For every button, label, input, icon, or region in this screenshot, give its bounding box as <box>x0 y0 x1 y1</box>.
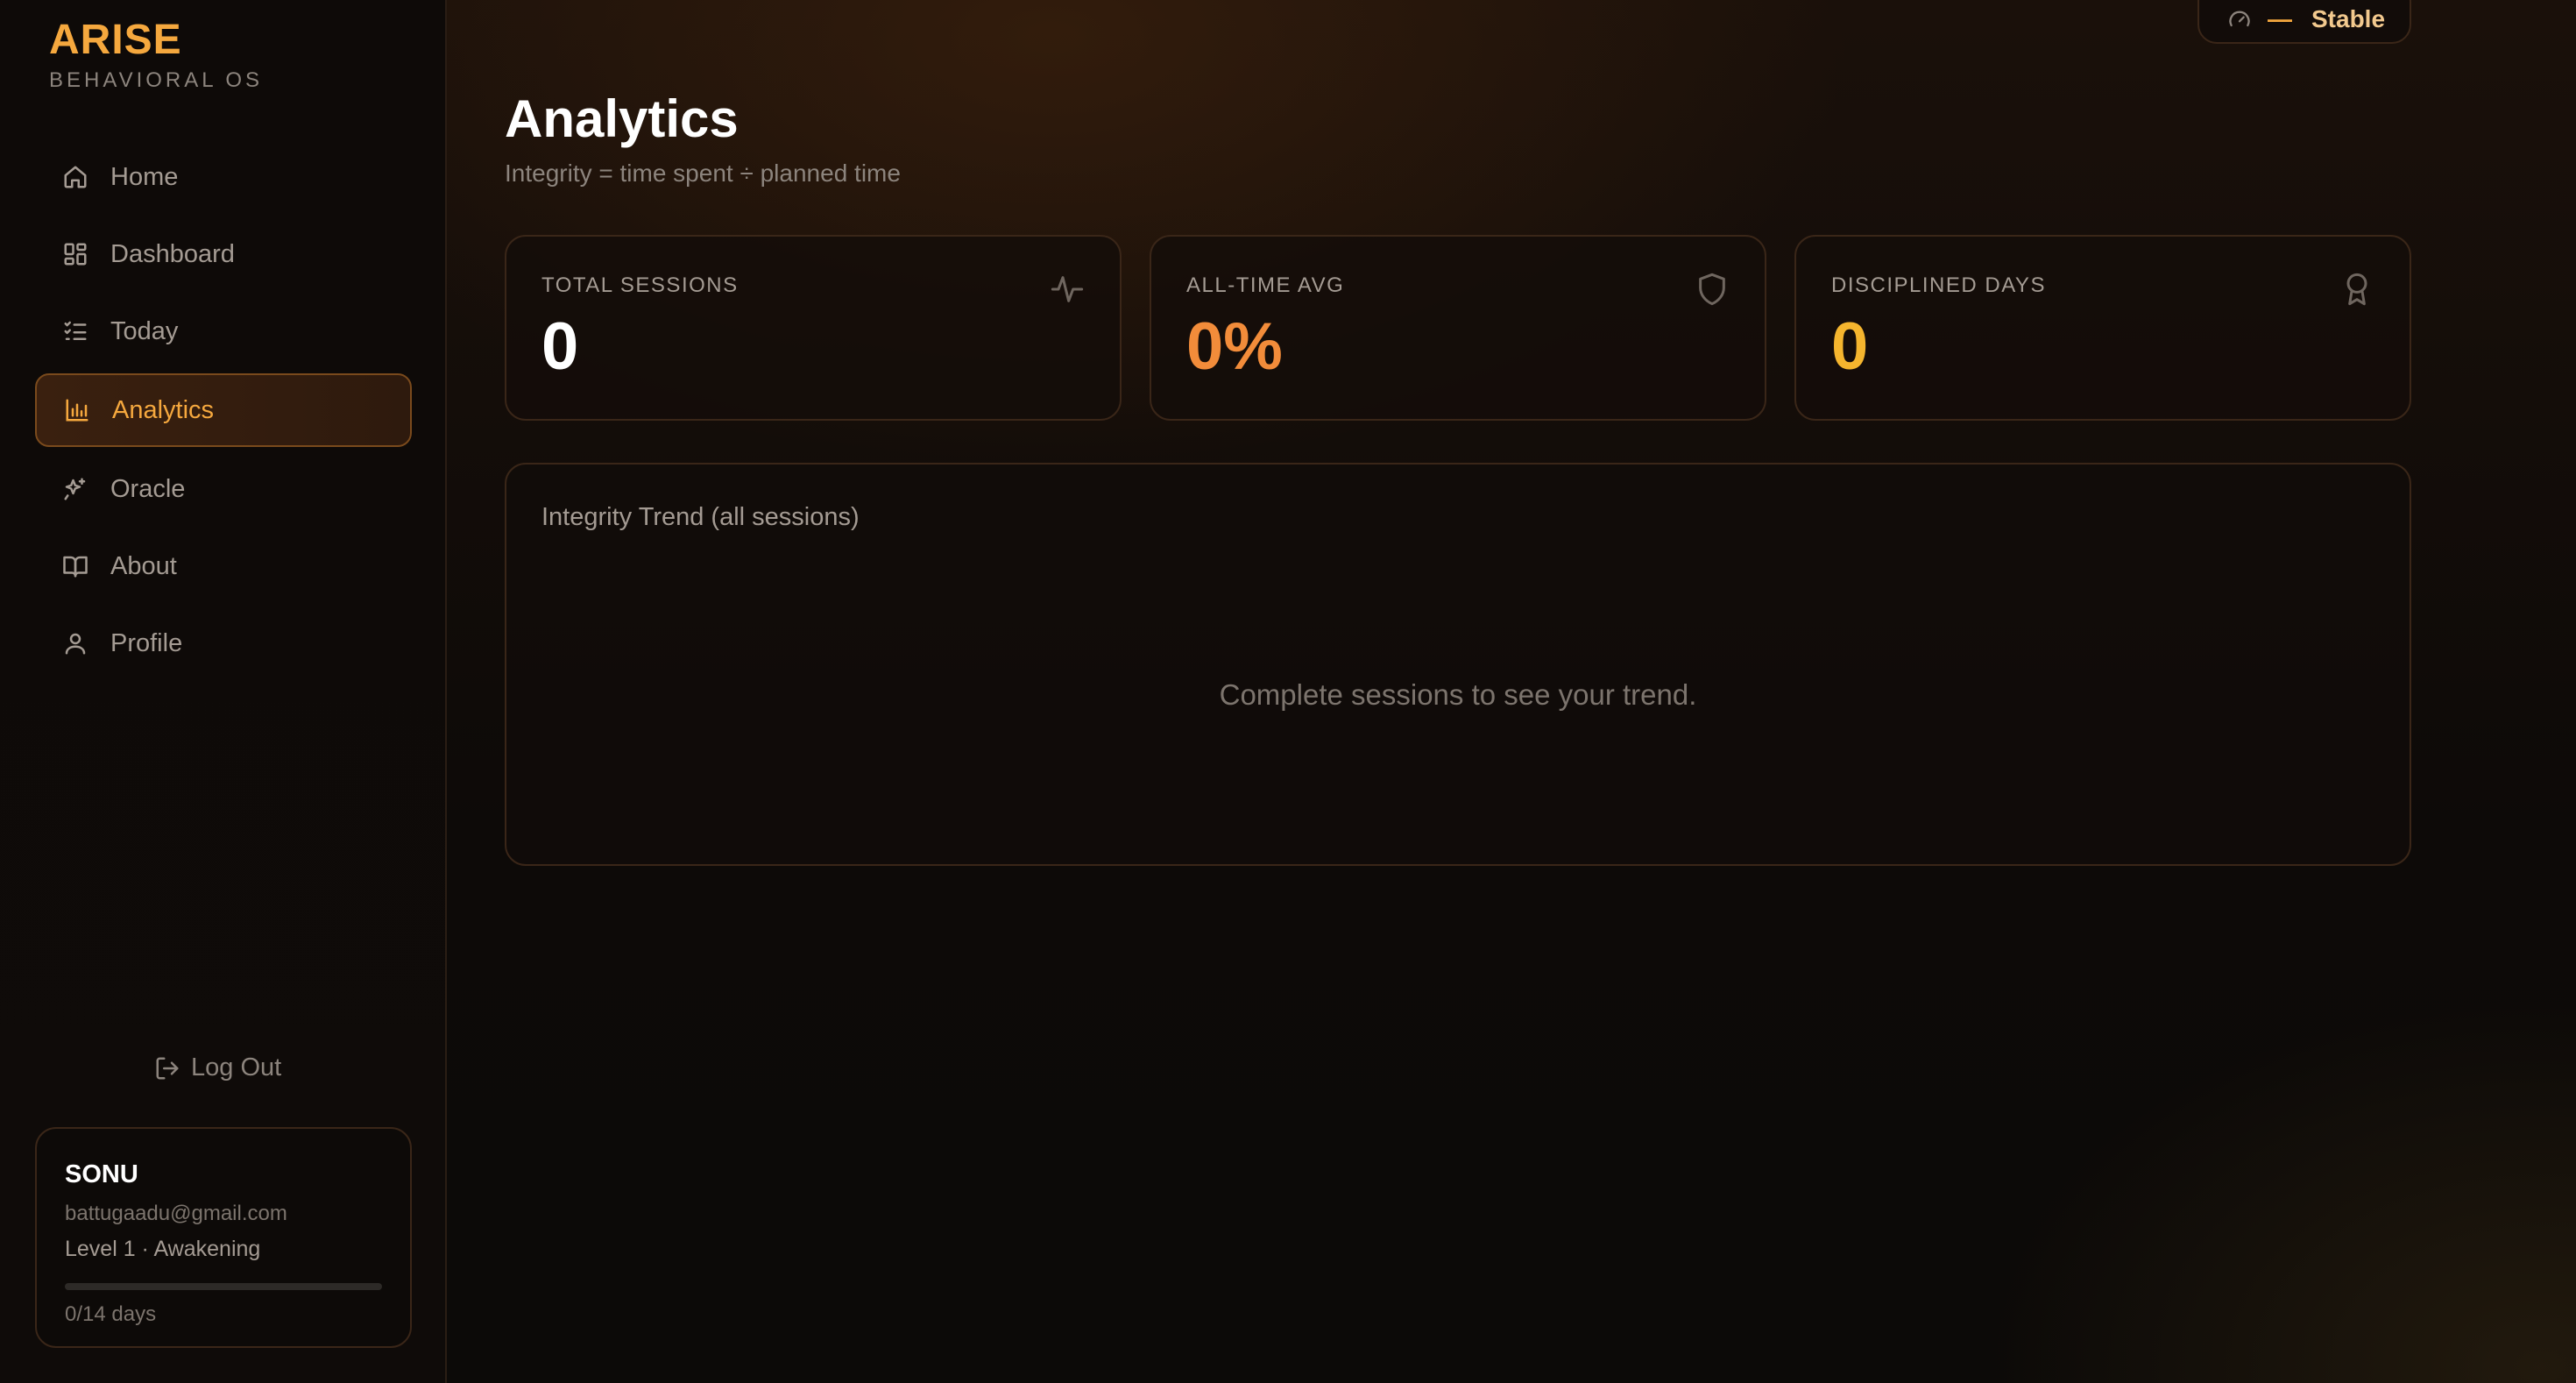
activity-icon <box>1050 272 1085 307</box>
user-email: battugaadu@gmail.com <box>65 1202 287 1225</box>
sidebar-item-oracle[interactable]: Oracle <box>35 452 412 526</box>
integrity-trend-card: Integrity Trend (all sessions) Complete … <box>505 463 2411 866</box>
page-title: Analytics <box>505 89 739 148</box>
shield-icon <box>1695 272 1730 307</box>
brand: ARISE BEHAVIORAL OS <box>49 14 263 93</box>
user-icon <box>60 628 91 659</box>
sidebar-item-label: About <box>110 551 177 580</box>
level-progress-bar <box>65 1283 382 1290</box>
user-days: 0/14 days <box>65 1302 157 1326</box>
sidebar-item-label: Home <box>110 162 179 191</box>
logout-button[interactable]: Log Out <box>154 1053 281 1082</box>
app-root: ARISE BEHAVIORAL OS Home Dashboard Today… <box>0 0 2576 1383</box>
sidebar-item-profile[interactable]: Profile <box>35 606 412 680</box>
stat-label: DISCIPLINED DAYS <box>1831 273 2046 297</box>
stat-value: 0 <box>541 309 579 384</box>
status-dash: — <box>2268 5 2292 32</box>
brand-title: ARISE <box>49 17 182 63</box>
sidebar-nav: Home Dashboard Today Analytics Oracle Ab… <box>35 140 412 684</box>
trend-empty-message: Complete sessions to see your trend. <box>1219 678 1697 711</box>
stat-label: TOTAL SESSIONS <box>541 273 739 297</box>
user-name: SONU <box>65 1160 138 1188</box>
stat-card-total-sessions: TOTAL SESSIONS 0 <box>505 235 1122 421</box>
sidebar-item-about[interactable]: About <box>35 529 412 603</box>
trend-title: Integrity Trend (all sessions) <box>541 503 860 531</box>
stat-card-all-time-avg: ALL-TIME AVG 0% <box>1150 235 1766 421</box>
gauge-icon <box>2227 7 2252 32</box>
user-level: Level 1 · Awakening <box>65 1237 261 1261</box>
brand-subtitle: BEHAVIORAL OS <box>49 68 264 92</box>
user-card: SONU battugaadu@gmail.com Level 1 · Awak… <box>35 1127 412 1348</box>
status-label: Stable <box>2311 5 2386 32</box>
sidebar-item-home[interactable]: Home <box>35 140 412 214</box>
logout-label: Log Out <box>191 1053 282 1082</box>
checklist-icon <box>60 316 91 347</box>
sparkles-icon <box>60 473 91 505</box>
stat-value: 0% <box>1186 309 1283 384</box>
book-icon <box>60 550 91 582</box>
stat-value: 0 <box>1831 309 1869 384</box>
sidebar-item-label: Profile <box>110 628 183 657</box>
sidebar-item-dashboard[interactable]: Dashboard <box>35 217 412 291</box>
stat-label: ALL-TIME AVG <box>1186 273 1345 297</box>
bar-chart-icon <box>61 394 93 426</box>
home-icon <box>60 161 91 193</box>
sidebar-item-label: Analytics <box>112 395 215 424</box>
stat-card-disciplined-days: DISCIPLINED DAYS 0 <box>1794 235 2411 421</box>
dashboard-icon <box>60 238 91 270</box>
page-subtitle: Integrity = time spent ÷ planned time <box>505 160 901 187</box>
sidebar-item-label: Dashboard <box>110 239 235 268</box>
sidebar-item-analytics[interactable]: Analytics <box>35 373 412 447</box>
logout-icon <box>154 1055 180 1082</box>
award-icon <box>2339 272 2374 307</box>
sidebar: ARISE BEHAVIORAL OS Home Dashboard Today… <box>0 0 447 1383</box>
sidebar-item-label: Oracle <box>110 474 186 503</box>
sidebar-item-today[interactable]: Today <box>35 294 412 368</box>
status-badge[interactable]: — Stable <box>2197 0 2411 44</box>
sidebar-item-label: Today <box>110 316 179 345</box>
